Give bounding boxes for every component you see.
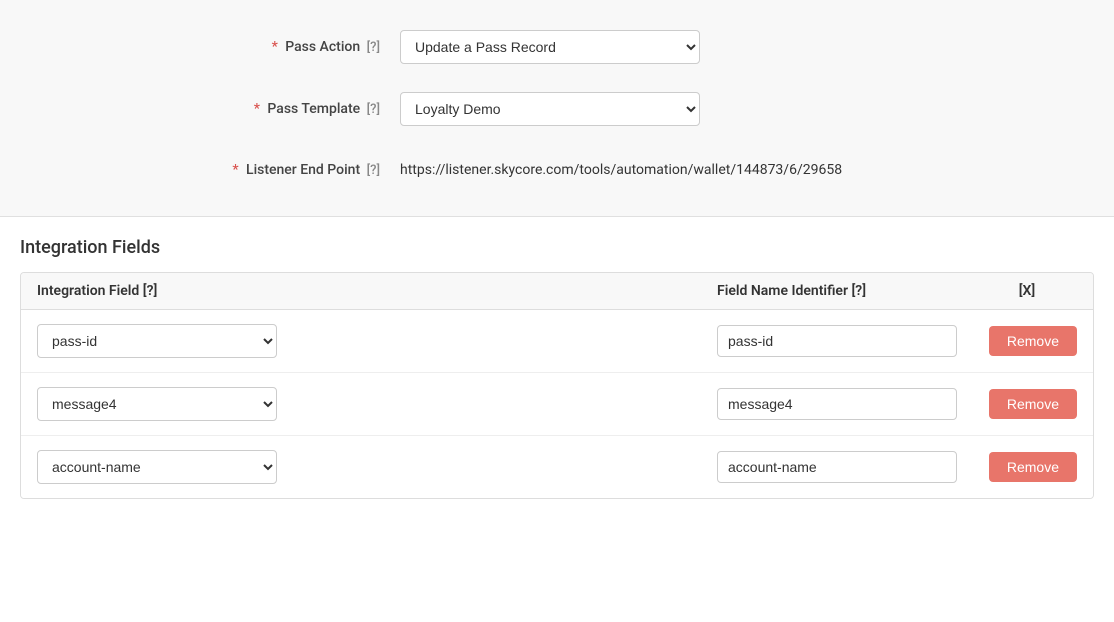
- table-header: Integration Field [?] Field Name Identif…: [21, 273, 1093, 310]
- table-row: pass-id message4 account-name first-name…: [21, 436, 1093, 498]
- col-header-identifier: Field Name Identifier [?]: [717, 283, 977, 299]
- listener-endpoint-label: * Listener End Point [?]: [20, 162, 400, 178]
- table-row: pass-id message4 account-name first-name…: [21, 373, 1093, 436]
- pass-action-label: * Pass Action [?]: [20, 39, 400, 55]
- pass-action-help: [?]: [367, 40, 380, 55]
- row1-remove-cell: Remove: [977, 326, 1077, 356]
- table-row: pass-id message4 account-name first-name…: [21, 310, 1093, 373]
- required-star-2: *: [254, 101, 260, 117]
- listener-endpoint-help: [?]: [367, 163, 380, 178]
- pass-template-label-text: Pass Template: [267, 101, 360, 117]
- integration-table: Integration Field [?] Field Name Identif…: [20, 272, 1094, 499]
- row1-identifier-input[interactable]: [717, 325, 957, 357]
- col-header-field: Integration Field [?]: [37, 283, 717, 299]
- listener-endpoint-row: * Listener End Point [?] https://listene…: [0, 140, 1114, 200]
- row1-field-cell: pass-id message4 account-name first-name…: [37, 324, 717, 358]
- row3-field-select[interactable]: pass-id message4 account-name first-name…: [37, 450, 277, 484]
- top-form-section: * Pass Action [?] Update a Pass Record C…: [0, 0, 1114, 217]
- pass-template-help: [?]: [367, 102, 380, 117]
- row1-identifier-cell: [717, 325, 977, 357]
- pass-action-row: * Pass Action [?] Update a Pass Record C…: [0, 16, 1114, 78]
- required-star-3: *: [232, 162, 238, 178]
- row2-remove-button[interactable]: Remove: [989, 389, 1077, 419]
- pass-template-label: * Pass Template [?]: [20, 101, 400, 117]
- row2-identifier-cell: [717, 388, 977, 420]
- row3-identifier-cell: [717, 451, 977, 483]
- row2-field-select[interactable]: pass-id message4 account-name first-name…: [37, 387, 277, 421]
- listener-endpoint-url: https://listener.skycore.com/tools/autom…: [400, 162, 842, 178]
- row2-remove-cell: Remove: [977, 389, 1077, 419]
- row2-field-cell: pass-id message4 account-name first-name…: [37, 387, 717, 421]
- row1-field-select[interactable]: pass-id message4 account-name first-name…: [37, 324, 277, 358]
- pass-action-select[interactable]: Update a Pass Record Create a Pass Recor…: [400, 30, 700, 64]
- row3-remove-button[interactable]: Remove: [989, 452, 1077, 482]
- row3-identifier-input[interactable]: [717, 451, 957, 483]
- integration-title: Integration Fields: [20, 237, 1094, 258]
- row3-field-cell: pass-id message4 account-name first-name…: [37, 450, 717, 484]
- pass-template-select[interactable]: Loyalty Demo Standard Template Gift Card: [400, 92, 700, 126]
- pass-action-label-text: Pass Action: [285, 39, 360, 55]
- pass-template-row: * Pass Template [?] Loyalty Demo Standar…: [0, 78, 1114, 140]
- row3-remove-cell: Remove: [977, 452, 1077, 482]
- row1-remove-button[interactable]: Remove: [989, 326, 1077, 356]
- col-header-remove: [X]: [977, 283, 1077, 299]
- listener-endpoint-label-text: Listener End Point: [246, 162, 360, 178]
- required-star: *: [272, 39, 278, 55]
- integration-section: Integration Fields Integration Field [?]…: [0, 217, 1114, 499]
- row2-identifier-input[interactable]: [717, 388, 957, 420]
